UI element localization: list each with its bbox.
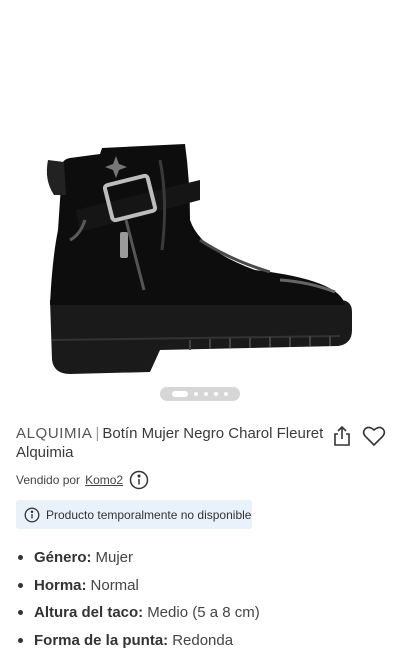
attribute-label: Horma: <box>34 576 87 594</box>
seller-link[interactable]: Komo2 <box>85 473 123 487</box>
product-image[interactable] <box>40 140 360 380</box>
bullet <box>18 637 23 643</box>
availability-message: Producto temporalmente no disponible <box>46 507 252 522</box>
brand-name[interactable]: ALQUIMIA <box>16 425 92 442</box>
attribute-value: Mujer <box>95 549 134 567</box>
attribute-value: Normal <box>90 576 139 594</box>
title-separator: | <box>95 425 100 442</box>
attribute-value: Medio (5 a 8 cm) <box>147 604 260 622</box>
attribute-item: Género: Mujer <box>16 544 260 572</box>
bullet <box>18 582 23 588</box>
share-icon[interactable] <box>330 424 354 448</box>
product-actions <box>330 424 386 448</box>
carousel-dot[interactable] <box>204 392 208 396</box>
attribute-item: Horma: Normal <box>16 572 260 600</box>
carousel-indicator[interactable] <box>160 387 240 401</box>
bullet <box>18 555 23 561</box>
attribute-value: Redonda <box>172 631 234 649</box>
attribute-label: Altura del taco: <box>34 604 144 622</box>
carousel-dot[interactable] <box>214 392 218 396</box>
attribute-label: Forma de la punta: <box>34 631 169 649</box>
seller-info: Vendido por Komo2 <box>16 470 149 490</box>
info-icon <box>24 507 40 522</box>
carousel-dot[interactable] <box>194 392 198 396</box>
info-icon[interactable] <box>129 470 149 490</box>
product-title: ALQUIMIA | Botín Mujer Negro Charol Fleure… <box>16 424 326 462</box>
carousel-dot[interactable] <box>224 392 228 396</box>
product-gallery[interactable] <box>0 0 400 402</box>
attribute-item: Forma de la punta: Redonda <box>16 627 260 654</box>
attribute-item: Altura del taco: Medio (5 a 8 cm) <box>16 599 260 627</box>
heart-icon[interactable] <box>362 424 386 448</box>
attribute-label: Género: <box>34 549 92 567</box>
bullet <box>18 610 23 616</box>
seller-prefix: Vendido por <box>16 473 81 487</box>
carousel-dot-active[interactable] <box>172 391 188 397</box>
availability-banner: Producto temporalmente no disponible <box>16 500 252 529</box>
product-attributes: Género: Mujer Horma: Normal Altura del t… <box>16 544 260 654</box>
